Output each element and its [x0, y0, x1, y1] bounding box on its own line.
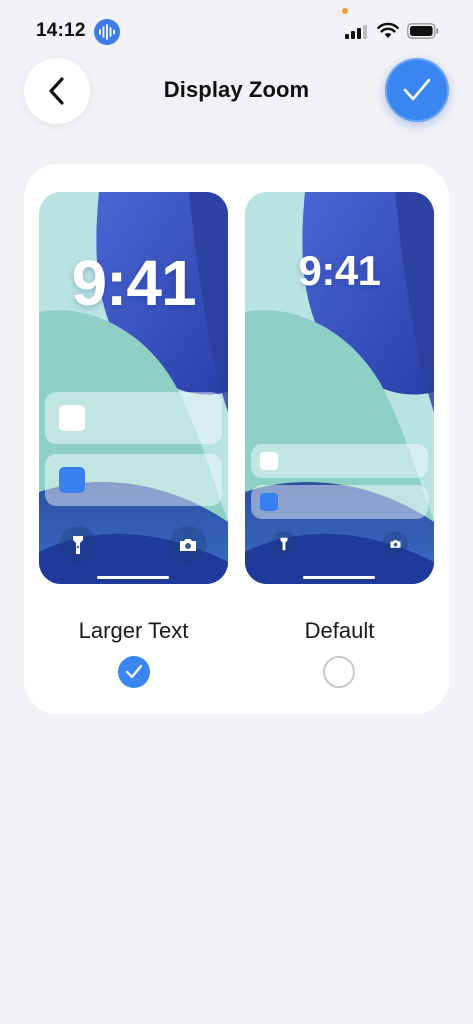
flashlight-icon [59, 526, 97, 564]
larger-text-radio[interactable] [118, 656, 150, 688]
display-zoom-screen: 14:12 Display Zoom 9:41 9:41 Larger Text… [0, 0, 473, 1024]
waveform-icon[interactable] [94, 19, 120, 45]
default-preview[interactable]: 9:41 [245, 192, 434, 584]
battery-icon [407, 23, 439, 39]
flashlight-icon [271, 531, 297, 557]
notification-placeholder [45, 392, 222, 444]
cellular-signal-icon [345, 25, 367, 39]
status-time: 14:12 [36, 20, 86, 41]
larger-text-label[interactable]: Larger Text [39, 618, 228, 644]
camera-icon [382, 531, 408, 557]
checkmark-icon [125, 664, 143, 679]
checkmark-icon [403, 78, 431, 101]
lockscreen-clock: 9:41 [71, 247, 196, 319]
lockscreen-clock: 9:41 [298, 247, 381, 294]
notification-placeholder [251, 485, 428, 519]
privacy-indicator-dot [342, 8, 348, 14]
done-button[interactable] [385, 58, 449, 122]
notification-placeholder [45, 454, 222, 506]
home-indicator [97, 576, 169, 579]
app-icon-placeholder [260, 452, 278, 470]
app-icon-placeholder [59, 467, 85, 493]
notification-placeholder [251, 444, 428, 478]
wifi-icon [377, 22, 399, 38]
larger-text-preview[interactable]: 9:41 [39, 192, 228, 584]
default-radio[interactable] [323, 656, 355, 688]
camera-icon [169, 526, 207, 564]
status-bar: 14:12 [0, 0, 473, 60]
default-label[interactable]: Default [245, 618, 434, 644]
app-icon-placeholder [59, 405, 85, 431]
home-indicator [303, 576, 375, 579]
app-icon-placeholder [260, 493, 278, 511]
